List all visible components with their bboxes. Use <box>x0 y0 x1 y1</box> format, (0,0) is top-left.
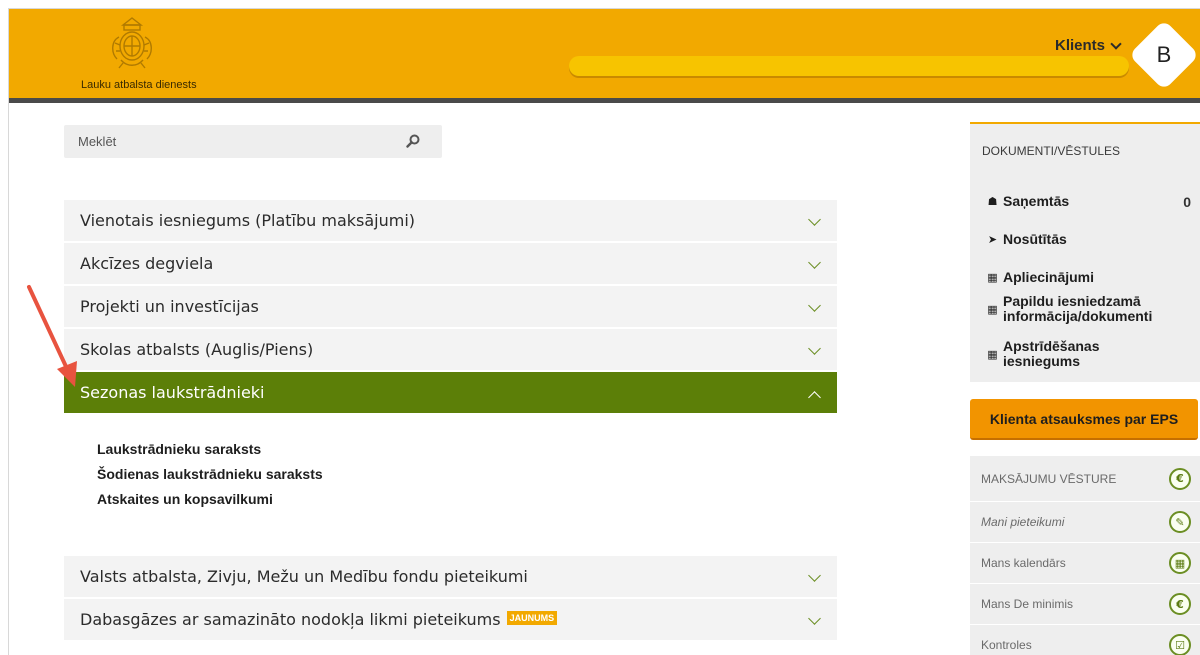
client-menu-label: Klients <box>1055 37 1106 54</box>
accordion-item-label: Vienotais iesniegums (Platību maksājumi) <box>80 211 416 230</box>
search-icon[interactable] <box>406 134 420 148</box>
docs-additional-label: Papildu iesniedzamā informācija/dokument… <box>1003 294 1152 324</box>
euro-icon: € <box>1169 467 1191 490</box>
avatar[interactable]: B <box>1139 30 1189 80</box>
annotation-arrow-icon <box>27 285 77 387</box>
docs-additional-line1: Papildu iesniedzamā <box>1003 293 1141 309</box>
accordion-item-projekti[interactable]: Projekti un investīcijas <box>64 286 837 329</box>
nav-item-my-calendar[interactable]: Mans kalendārs ▦ <box>970 543 1200 584</box>
accordion-item-vienotais[interactable]: Vienotais iesniegums (Platību maksājumi) <box>64 200 837 243</box>
nav-item-label: Kontroles <box>981 638 1032 652</box>
header-decor-bar <box>569 56 1129 76</box>
documents-panel: DOKUMENTI/VĒSTULES ☗ Saņemtās 0 ➤ Nosūtī… <box>970 122 1200 382</box>
sidebar-nav: MAKSĀJUMU VĒSTURE € Mani pieteikumi ✎ Ma… <box>970 456 1200 655</box>
docs-additional-line2: informācija/dokumenti <box>1003 308 1153 324</box>
chevron-down-icon <box>808 569 821 582</box>
accordion-item-valsts-atbalsta[interactable]: Valsts atbalsta, Zivju, Mežu un Medību f… <box>64 556 837 599</box>
right-sidebar: DOKUMENTI/VĒSTULES ☗ Saņemtās 0 ➤ Nosūtī… <box>970 122 1200 655</box>
page: Lauku atbalsta dienests Klients B Vienot… <box>8 8 1200 655</box>
docs-received-label: Saņemtās <box>1003 193 1070 209</box>
document-icon: ▦ <box>987 348 998 361</box>
services-accordion: Vienotais iesniegums (Platību maksājumi)… <box>64 200 837 642</box>
nav-item-label: Mans kalendārs <box>981 556 1066 570</box>
chevron-down-icon <box>808 256 821 269</box>
accordion-item-label: Skolas atbalsts (Auglis/Piens) <box>80 340 314 359</box>
search-box <box>64 125 442 158</box>
document-icon: ▦ <box>987 271 998 284</box>
chevron-up-icon <box>808 391 821 404</box>
accordion-item-label: Dabasgāzes ar samazināto nodokļa likmi p… <box>80 610 501 629</box>
edit-document-icon: ✎ <box>1169 511 1191 533</box>
documents-title: DOKUMENTI/VĒSTULES <box>982 144 1121 158</box>
accordion-item-sezonas[interactable]: Sezonas laukstrādnieki <box>64 372 837 415</box>
accordion-item-akcizes[interactable]: Akcīzes degviela <box>64 243 837 286</box>
checklist-icon: ☑ <box>1169 634 1191 655</box>
accordion-item-dabasgazes[interactable]: Dabasgāzes ar samazināto nodokļa likmi p… <box>64 599 837 642</box>
docs-sent-link[interactable]: ➤ Nosūtītās <box>986 232 1067 247</box>
calendar-icon: ▦ <box>1169 552 1191 574</box>
docs-appeal-label: Apstrīdēšanas iesniegums <box>1003 339 1099 369</box>
docs-certificates-label: Apliecinājumi <box>1003 269 1095 285</box>
docs-additional-link[interactable]: ▦ Papildu iesniedzamā informācija/dokume… <box>986 294 1152 324</box>
docs-appeal-link[interactable]: ▦ Apstrīdēšanas iesniegums <box>986 339 1099 369</box>
docs-sent-label: Nosūtītās <box>1003 231 1067 247</box>
chevron-down-icon <box>808 612 821 625</box>
docs-certificates-link[interactable]: ▦ Apliecinājumi <box>986 270 1094 285</box>
accordion-item-label: Akcīzes degviela <box>80 254 214 273</box>
logo-text: Lauku atbalsta dienests <box>81 79 197 91</box>
accordion-item-label: Sezonas laukstrādnieki <box>80 383 265 402</box>
nav-item-my-applications[interactable]: Mani pieteikumi ✎ <box>970 502 1200 543</box>
docs-appeal-line2: iesniegums <box>1003 353 1081 369</box>
chevron-down-icon <box>808 342 821 355</box>
nav-item-label: Mans De minimis <box>981 597 1074 611</box>
nav-item-label: Mani pieteikumi <box>981 515 1065 529</box>
logo[interactable]: Lauku atbalsta dienests <box>81 9 206 97</box>
document-icon: ▦ <box>987 303 998 316</box>
top-header: Lauku atbalsta dienests Klients B <box>9 9 1200 103</box>
nav-item-de-minimis[interactable]: Mans De minimis € <box>970 584 1200 625</box>
accordion-item-skolas[interactable]: Skolas atbalsts (Auglis/Piens) <box>64 329 837 372</box>
new-badge: JAUNUMS <box>506 610 558 625</box>
docs-appeal-line1: Apstrīdēšanas <box>1003 338 1100 354</box>
accordion-item-label: Valsts atbalsta, Zivju, Mežu un Medību f… <box>80 567 528 586</box>
search-input[interactable] <box>78 134 398 149</box>
chevron-down-icon <box>808 299 821 312</box>
accordion-item-label: Projekti un investīcijas <box>80 297 259 316</box>
feedback-button[interactable]: Klienta atsauksmes par EPS <box>970 399 1198 440</box>
send-icon: ➤ <box>987 233 998 246</box>
sub-link-laukstradnieku-saraksts[interactable]: Laukstrādnieku saraksts <box>97 441 837 466</box>
nav-item-payment-history[interactable]: MAKSĀJUMU VĒSTURE € <box>970 456 1200 502</box>
docs-received-count: 0 <box>1183 194 1191 210</box>
coat-of-arms-icon <box>112 17 152 69</box>
sub-link-atskaites[interactable]: Atskaites un kopsavilkumi <box>97 491 837 516</box>
euro-icon: € <box>1169 593 1191 615</box>
client-menu[interactable]: Klients <box>1055 37 1122 54</box>
nav-item-label: MAKSĀJUMU VĒSTURE <box>981 471 1117 486</box>
nav-item-controls[interactable]: Kontroles ☑ <box>970 625 1200 655</box>
accordion-sub-panel: Laukstrādnieku saraksts Šodienas laukstr… <box>64 415 837 556</box>
inbox-icon: ☗ <box>987 195 998 208</box>
chevron-down-icon <box>808 213 821 226</box>
sub-link-sodienas-saraksts[interactable]: Šodienas laukstrādnieku saraksts <box>97 466 837 491</box>
chevron-down-icon <box>1110 37 1122 50</box>
docs-received-link[interactable]: ☗ Saņemtās <box>986 193 1070 209</box>
